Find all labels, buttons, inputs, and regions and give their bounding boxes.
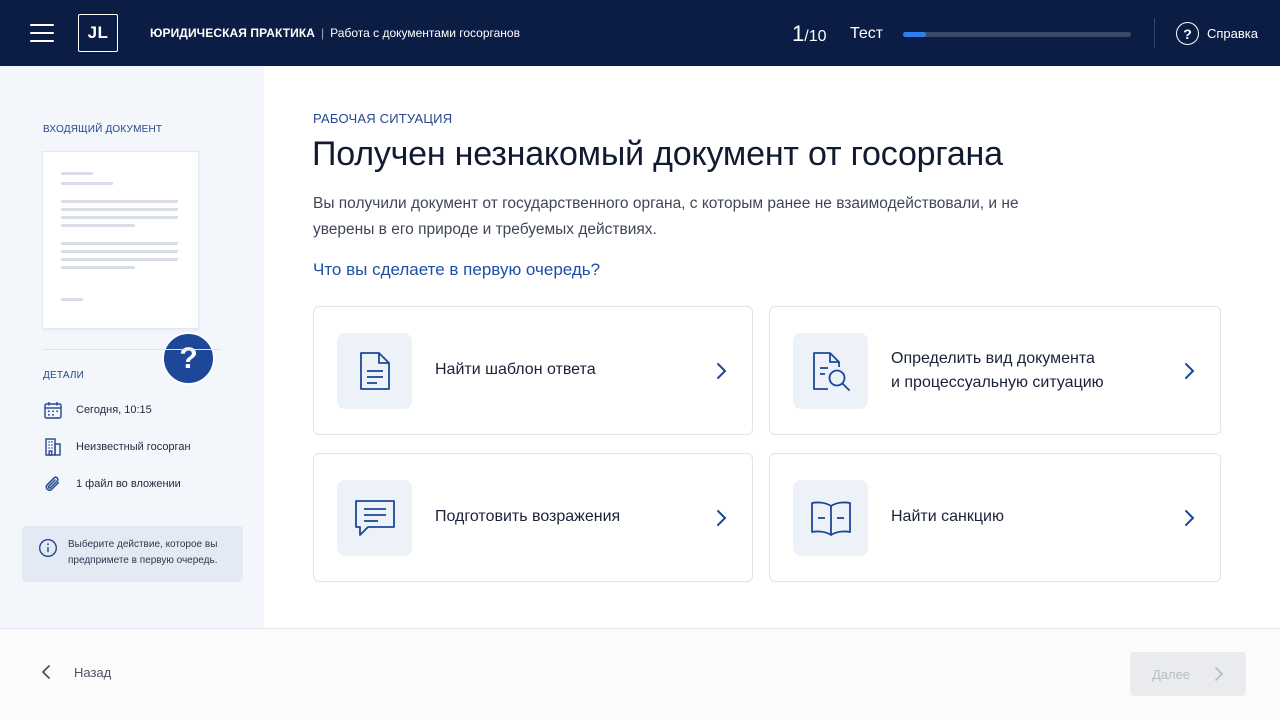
page-title: Получен незнакомый документ от госоргана [312, 135, 1003, 173]
chevron-right-icon [1185, 510, 1195, 526]
chevron-right-icon [1215, 667, 1224, 681]
detail-attachment[interactable]: 1 файл во вложении [42, 473, 181, 495]
detail-attachment-text: 1 файл во вложении [76, 478, 181, 490]
calendar-icon [42, 399, 64, 421]
info-box: Выберите действие, которое вы предпримет… [22, 526, 243, 582]
option-label: Определить вид документа и процессуальну… [891, 347, 1104, 395]
back-label: Назад [74, 664, 112, 680]
detail-authority-text: Неизвестный госорган [76, 441, 191, 453]
sidebar-divider [42, 349, 222, 350]
incoming-document-preview[interactable] [42, 151, 199, 329]
breadcrumb: ЮРИДИЧЕСКАЯ ПРАКТИКА | Работа с документ… [150, 26, 520, 40]
progress-current: 1 [792, 21, 805, 46]
question-prompt: Что вы сделаете в первую очередь? [313, 260, 601, 279]
back-button[interactable]: Назад [40, 664, 111, 680]
book-icon [793, 480, 868, 556]
help-icon: ? [1176, 22, 1199, 45]
option-find-template[interactable]: Найти шаблон ответа [313, 306, 753, 435]
chevron-left-icon [41, 665, 50, 679]
next-label: Далее [1151, 666, 1191, 682]
chevron-right-icon [717, 363, 727, 379]
document-icon [337, 333, 412, 409]
sidebar: ВХОДЯЩИЙ ДОКУМЕНТ ? ДЕТАЛИ Сегодня, 10:1… [0, 66, 264, 628]
option-prepare-objections[interactable]: Подготовить возражения [313, 453, 753, 582]
unknown-document-badge: ? [162, 332, 215, 385]
incoming-document-title: ВХОДЯЩИЙ ДОКУМЕНТ [43, 124, 163, 135]
detail-date: Сегодня, 10:15 [42, 399, 152, 421]
detail-authority: Неизвестный госорган [42, 436, 191, 458]
progress-label: Тест [850, 25, 884, 42]
footer: Назад Далее [0, 628, 1280, 720]
chevron-right-icon [717, 510, 727, 526]
option-identify-document[interactable]: Определить вид документа и процессуальну… [769, 306, 1221, 435]
option-label: Найти санкцию [891, 508, 1004, 525]
situation-description: Вы получили документ от государственного… [313, 195, 1019, 238]
section-eyebrow: РАБОЧАЯ СИТУАЦИЯ [313, 111, 453, 126]
message-icon [337, 480, 412, 556]
info-text: Выберите действие, которое вы предпримет… [68, 539, 218, 566]
paperclip-icon [42, 473, 64, 495]
top-bar: JL ЮРИДИЧЕСКАЯ ПРАКТИКА | Работа с докум… [0, 0, 1280, 66]
logo[interactable]: JL [78, 14, 118, 52]
progress-bar-fill [903, 32, 926, 37]
progress-bar [903, 32, 1131, 37]
progress-counter: 1/10 [792, 21, 827, 47]
breadcrumb-topic: Работа с документами госорганов [330, 26, 520, 40]
document-search-icon [793, 333, 868, 409]
building-icon [42, 436, 64, 458]
help-button[interactable]: ? Справка [1176, 22, 1258, 45]
option-label-line1: Определить вид документа [891, 350, 1095, 367]
next-button[interactable]: Далее [1130, 652, 1246, 696]
breadcrumb-separator: | [321, 26, 325, 40]
menu-icon[interactable] [30, 22, 54, 44]
breadcrumb-section: ЮРИДИЧЕСКАЯ ПРАКТИКА [150, 26, 316, 40]
help-label: Справка [1207, 26, 1258, 41]
header-divider [1154, 18, 1155, 48]
option-find-sanction[interactable]: Найти санкцию [769, 453, 1221, 582]
option-label-line2: и процессуальную ситуацию [891, 374, 1104, 391]
option-label: Подготовить возражения [435, 508, 621, 525]
option-label: Найти шаблон ответа [435, 361, 596, 378]
details-title: ДЕТАЛИ [43, 370, 85, 381]
progress-total: /10 [804, 28, 827, 45]
info-icon [38, 538, 58, 563]
detail-date-text: Сегодня, 10:15 [76, 404, 152, 416]
chevron-right-icon [1185, 363, 1195, 379]
